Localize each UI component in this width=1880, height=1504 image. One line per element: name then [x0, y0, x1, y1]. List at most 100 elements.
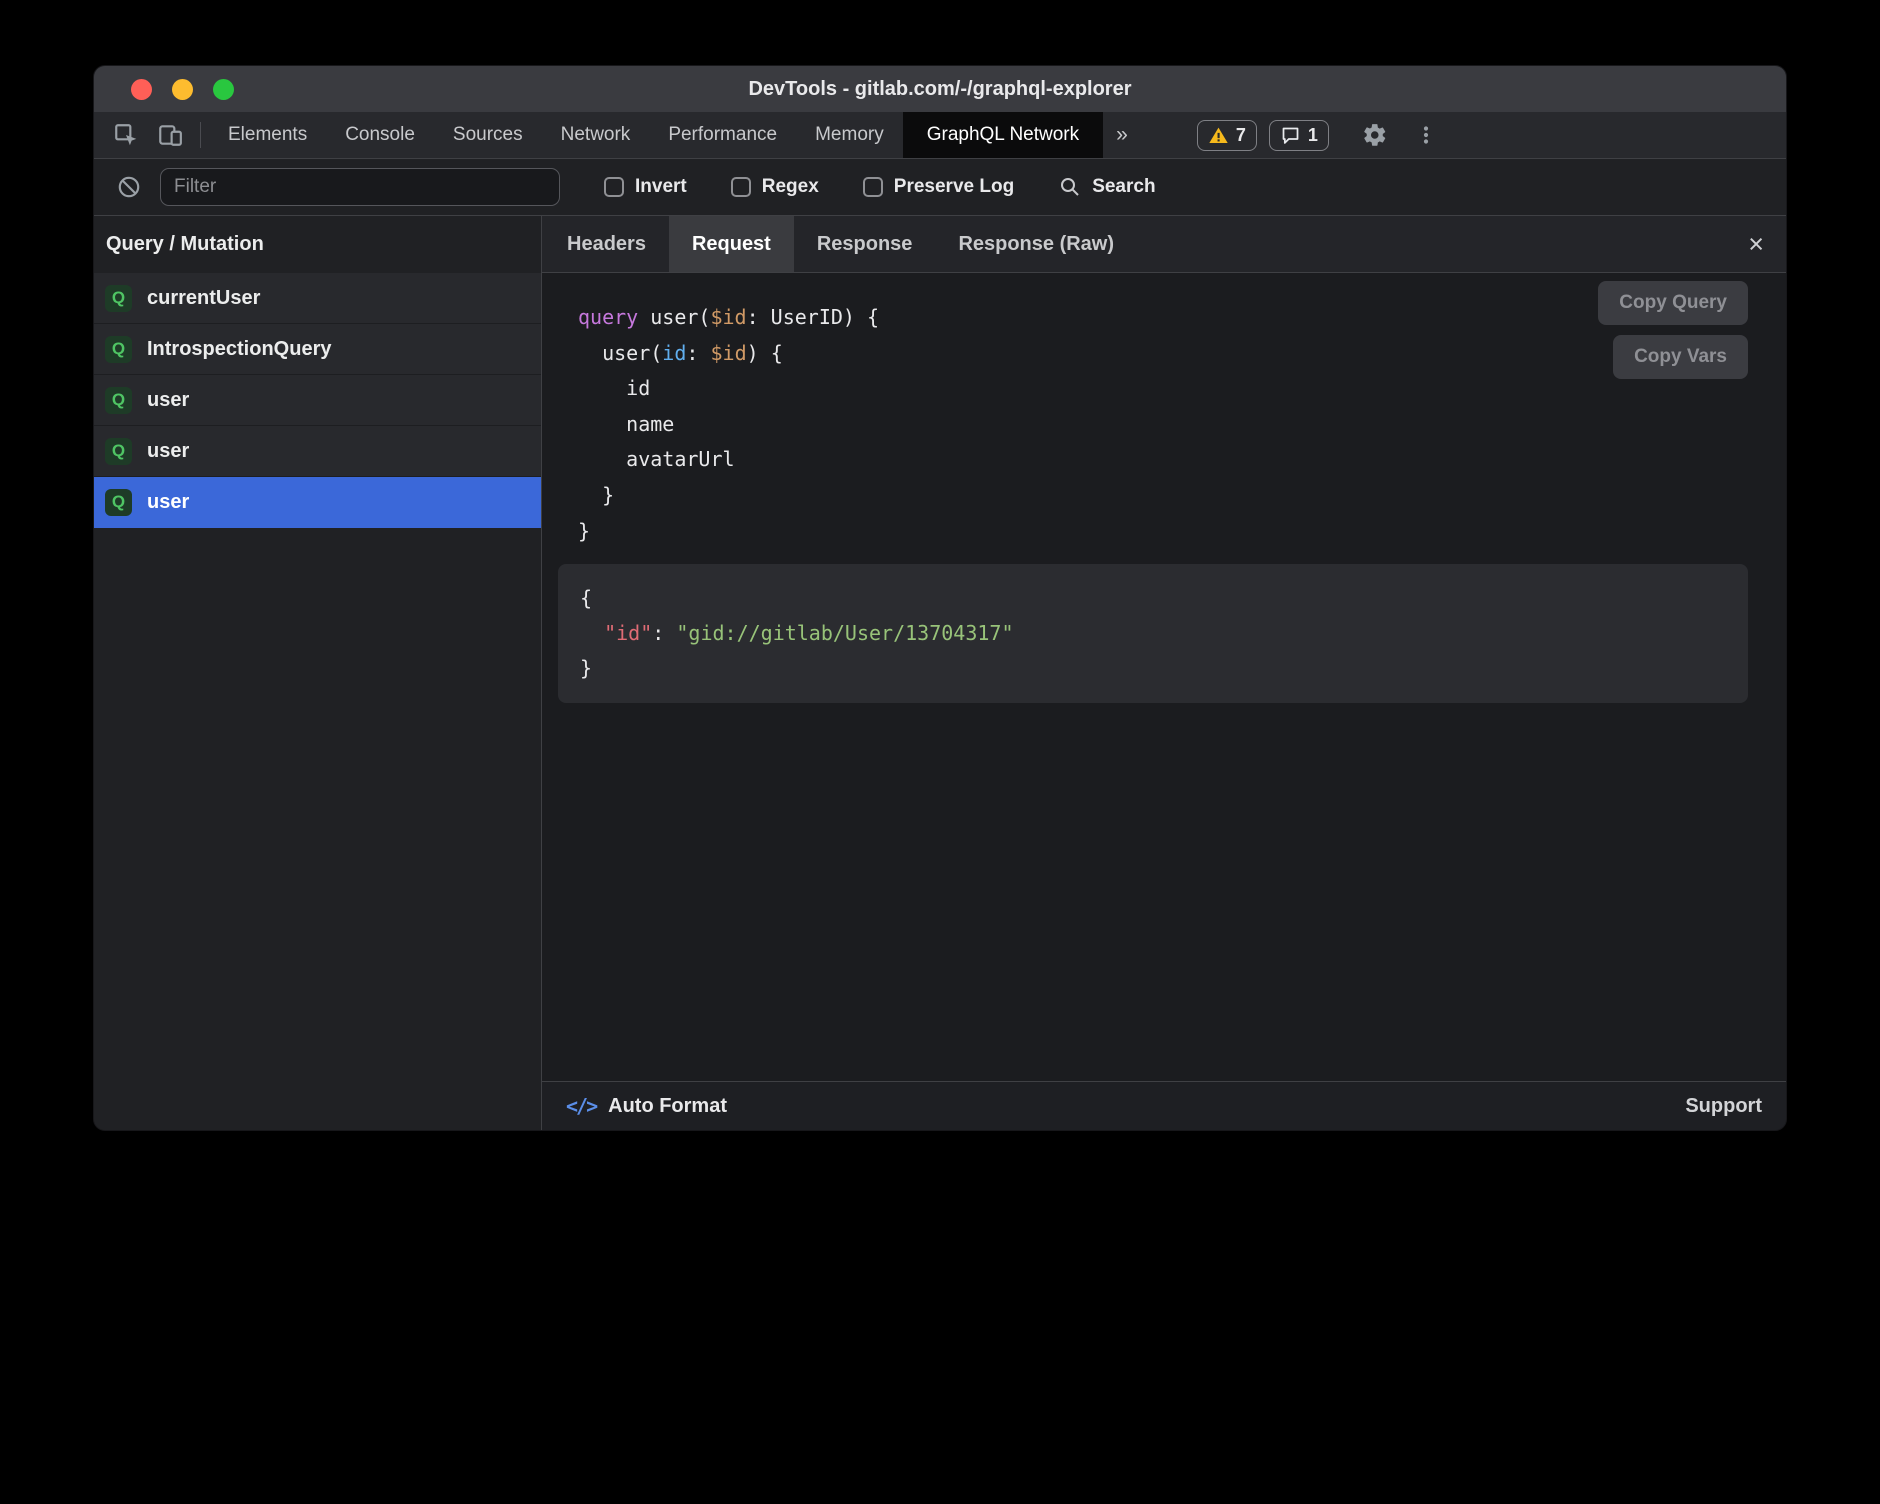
query-list-item-user-2[interactable]: Q user [94, 426, 541, 477]
invert-label: Invert [635, 176, 687, 198]
query-list-sidebar: Query / Mutation Q currentUser Q Introsp… [94, 216, 542, 1130]
inspect-element-button[interactable] [104, 112, 148, 158]
regex-checkbox-box[interactable] [731, 177, 751, 197]
code-token: name [578, 412, 674, 436]
window-title: DevTools - gitlab.com/-/graphql-explorer [94, 78, 1786, 101]
tab-elements[interactable]: Elements [209, 112, 326, 158]
code-token: } [580, 656, 592, 680]
request-detail-panel: Headers Request Response Response (Raw) … [542, 216, 1786, 1130]
query-list-item-user-3-selected[interactable]: Q user [94, 477, 541, 528]
query-list-item-introspectionquery[interactable]: Q IntrospectionQuery [94, 324, 541, 375]
query-list-item-user-1[interactable]: Q user [94, 375, 541, 426]
device-toolbar-icon [157, 122, 183, 148]
code-token: id [578, 376, 650, 400]
query-variables-block: { "id": "gid://gitlab/User/13704317" } [558, 564, 1748, 703]
code-line: } [578, 514, 1786, 550]
zoom-window-button[interactable] [213, 79, 234, 100]
support-link[interactable]: Support [1685, 1095, 1762, 1118]
tab-request[interactable]: Request [669, 216, 794, 272]
request-body: Copy Query Copy Vars query user($id: Use… [542, 273, 1786, 1081]
search-control[interactable]: Search [1058, 175, 1155, 199]
tab-performance[interactable]: Performance [649, 112, 796, 158]
detail-footer: </> Auto Format Support [542, 1081, 1786, 1130]
invert-checkbox[interactable]: Invert [604, 176, 687, 198]
filter-bar: Invert Regex Preserve Log Search [94, 159, 1786, 216]
screen: { "window": { "title": "DevTools - gitla… [0, 0, 1880, 1504]
devtools-window: DevTools - gitlab.com/-/graphql-explorer… [93, 65, 1787, 1131]
tab-network[interactable]: Network [542, 112, 650, 158]
code-token: avatarUrl [578, 447, 735, 471]
code-token: } [578, 483, 614, 507]
tab-console[interactable]: Console [326, 112, 434, 158]
tab-response[interactable]: Response [794, 216, 936, 272]
code-line: name [578, 407, 1786, 443]
query-name: user [147, 389, 189, 412]
minimize-window-button[interactable] [172, 79, 193, 100]
toolbar-divider [200, 122, 201, 148]
warning-triangle-icon [1208, 125, 1229, 146]
warning-count: 7 [1236, 125, 1246, 146]
more-tabs-button[interactable]: » [1103, 112, 1141, 158]
code-format-icon: </> [566, 1094, 596, 1118]
clear-requests-button[interactable] [114, 174, 144, 200]
code-line: } [578, 478, 1786, 514]
close-window-button[interactable] [131, 79, 152, 100]
query-name: user [147, 440, 189, 463]
variables-line: } [580, 651, 1738, 686]
code-token: ) { [747, 341, 783, 365]
code-token: "id" [604, 621, 652, 645]
gear-icon [1362, 122, 1388, 148]
status-badges: 7 1 [1197, 112, 1329, 158]
message-bubble-icon [1280, 125, 1301, 146]
regex-checkbox[interactable]: Regex [731, 176, 819, 198]
code-token: user( [638, 305, 710, 329]
tab-graphql-network[interactable]: GraphQL Network [903, 112, 1103, 158]
tab-sources[interactable]: Sources [434, 112, 542, 158]
invert-checkbox-box[interactable] [604, 177, 624, 197]
query-name: IntrospectionQuery [147, 338, 331, 361]
query-list-item-currentuser[interactable]: Q currentUser [94, 273, 541, 324]
tab-response-raw[interactable]: Response (Raw) [935, 216, 1137, 272]
query-type-badge: Q [105, 489, 132, 516]
title-bar: DevTools - gitlab.com/-/graphql-explorer [94, 66, 1786, 112]
filter-input[interactable] [160, 168, 560, 206]
code-token: : UserID) { [747, 305, 879, 329]
close-detail-icon[interactable]: × [1740, 216, 1772, 272]
tab-memory[interactable]: Memory [796, 112, 903, 158]
more-options-button[interactable] [1405, 112, 1447, 158]
kebab-menu-icon [1414, 123, 1438, 147]
device-toolbar-button[interactable] [148, 112, 192, 158]
settings-button[interactable] [1353, 112, 1397, 158]
code-token: } [578, 519, 590, 543]
code-token: user( [578, 341, 662, 365]
preserve-log-checkbox[interactable]: Preserve Log [863, 176, 1014, 198]
devtools-toolbar: Elements Console Sources Network Perform… [94, 112, 1786, 159]
query-type-badge: Q [105, 438, 132, 465]
variables-line: "id": "gid://gitlab/User/13704317" [580, 616, 1738, 651]
copy-buttons: Copy Query Copy Vars [1598, 281, 1748, 379]
copy-query-button[interactable]: Copy Query [1598, 281, 1748, 325]
messages-badge[interactable]: 1 [1269, 120, 1329, 151]
code-token: query [578, 305, 638, 329]
preserve-log-checkbox-box[interactable] [863, 177, 883, 197]
message-count: 1 [1308, 125, 1318, 146]
code-token: $id [710, 305, 746, 329]
code-token: id [662, 341, 686, 365]
auto-format-button[interactable]: Auto Format [608, 1095, 727, 1118]
warnings-badge[interactable]: 7 [1197, 120, 1257, 151]
main-content: Query / Mutation Q currentUser Q Introsp… [94, 216, 1786, 1130]
code-token: : [652, 621, 676, 645]
search-icon [1058, 175, 1082, 199]
regex-label: Regex [762, 176, 819, 198]
code-token: : [686, 341, 710, 365]
query-type-badge: Q [105, 336, 132, 363]
search-label: Search [1092, 176, 1155, 198]
code-token [580, 621, 604, 645]
detail-tab-bar: Headers Request Response Response (Raw) … [542, 216, 1786, 273]
sidebar-header: Query / Mutation [94, 216, 541, 273]
query-name: user [147, 491, 189, 514]
query-type-badge: Q [105, 285, 132, 312]
copy-vars-button[interactable]: Copy Vars [1613, 335, 1748, 379]
code-token: $id [710, 341, 746, 365]
tab-headers[interactable]: Headers [544, 216, 669, 272]
